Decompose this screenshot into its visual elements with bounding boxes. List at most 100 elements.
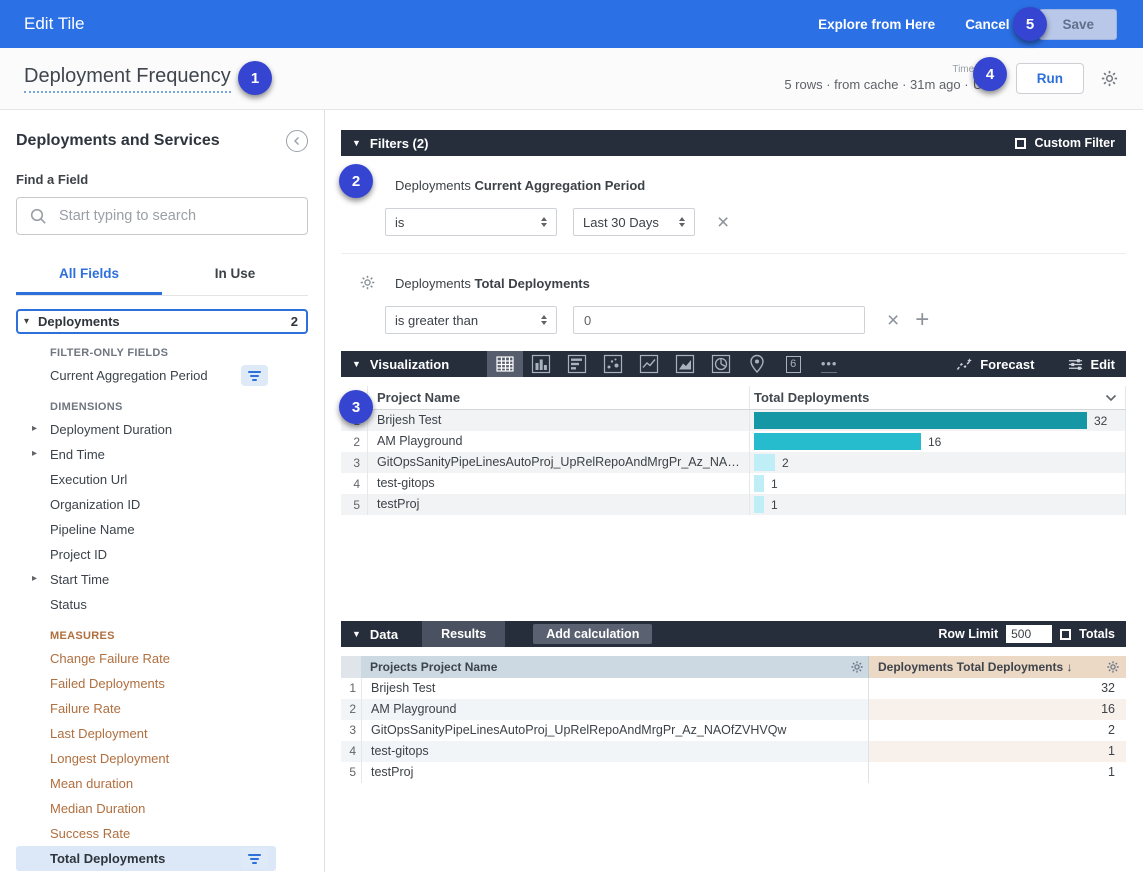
field-median-duration[interactable]: Median Duration <box>16 796 276 821</box>
remove-filter-icon[interactable]: × <box>887 310 899 331</box>
data-row[interactable]: 2 AM Playground 16 <box>341 699 1126 720</box>
field-status[interactable]: Status <box>16 592 276 617</box>
column-gear-icon[interactable] <box>850 660 864 674</box>
annotation-badge-4: 4 <box>973 57 1007 91</box>
field-label: Change Failure Rate <box>50 651 170 666</box>
filter-icon[interactable] <box>241 848 268 869</box>
filter-gear-icon[interactable] <box>359 274 376 291</box>
remove-filter-icon[interactable]: × <box>717 212 729 233</box>
run-button[interactable]: Run <box>1016 63 1084 94</box>
single-value-icon[interactable]: 6 <box>775 351 811 377</box>
column-gear-icon[interactable] <box>1106 660 1120 674</box>
viz-col-total-deployments[interactable]: Total Deployments <box>749 386 1126 409</box>
filter-icon[interactable] <box>241 365 268 386</box>
field-end-time[interactable]: ▸ End Time <box>16 442 276 467</box>
forecast-button[interactable]: Forecast <box>956 357 1034 372</box>
data-row[interactable]: 4 test-gitops 1 <box>341 741 1126 762</box>
field-organization-id[interactable]: Organization ID <box>16 492 276 517</box>
totals-checkbox[interactable] <box>1060 629 1071 640</box>
tab-all-fields[interactable]: All Fields <box>16 255 162 295</box>
filter-1-value-select[interactable]: Last 30 Days <box>573 208 695 236</box>
pie-chart-icon[interactable] <box>703 351 739 377</box>
field-start-time[interactable]: ▸Start Time <box>16 567 276 592</box>
field-execution-url[interactable]: Execution Url <box>16 467 276 492</box>
collapse-sidebar-icon[interactable] <box>286 130 308 152</box>
cell-project-name: testProj <box>367 494 749 515</box>
filter-2-value-input[interactable] <box>573 306 865 334</box>
cancel-button[interactable]: Cancel <box>965 17 1009 32</box>
row-limit-input[interactable] <box>1006 625 1052 643</box>
data-row[interactable]: 3 GitOpsSanityPipeLinesAutoProj_UpRelRep… <box>341 720 1126 741</box>
field-total-deployments[interactable]: Total Deployments <box>16 846 276 871</box>
field-project-id[interactable]: Project ID <box>16 542 276 567</box>
expand-caret-icon[interactable]: ▸ <box>32 423 37 434</box>
viz-col-project-name[interactable]: Project Name <box>367 386 749 409</box>
custom-filter-checkbox[interactable] <box>1015 138 1026 149</box>
table-chart-icon[interactable] <box>487 351 523 377</box>
data-col-project-name[interactable]: Projects Project Name <box>361 656 868 678</box>
field-last-deployment[interactable]: Last Deployment <box>16 721 276 746</box>
page-title[interactable]: Deployment Frequency <box>24 65 231 93</box>
tab-in-use[interactable]: In Use <box>162 255 308 295</box>
value-bar <box>754 496 764 513</box>
data-collapse-caret-icon[interactable]: ▼ <box>352 629 361 639</box>
explore-title: Deployments and Services <box>16 132 220 150</box>
results-tab[interactable]: Results <box>422 621 505 647</box>
map-pin-icon[interactable] <box>739 351 775 377</box>
data-row[interactable]: 5 testProj 1 <box>341 762 1126 783</box>
field-failed-deployments[interactable]: Failed Deployments <box>16 671 276 696</box>
add-calculation-button[interactable]: Add calculation <box>533 624 652 644</box>
value-bar <box>754 475 764 492</box>
data-title: Data <box>370 627 398 642</box>
viz-collapse-caret-icon[interactable]: ▼ <box>352 359 361 369</box>
annotation-badge-1: 1 <box>238 61 272 95</box>
viz-row[interactable]: 4 test-gitops 1 <box>341 473 1126 494</box>
visualization-table: Project Name Total Deployments 1 Brijesh… <box>341 386 1126 515</box>
filters-collapse-caret-icon[interactable]: ▼ <box>352 138 361 148</box>
field-label: End Time <box>50 447 105 462</box>
viz-row[interactable]: 3 GitOpsSanityPipeLinesAutoProj_UpRelRep… <box>341 452 1126 473</box>
filter-2-operator-select[interactable]: is greater than <box>385 306 557 334</box>
line-chart-icon[interactable] <box>631 351 667 377</box>
bar-chart-icon[interactable] <box>559 351 595 377</box>
save-button[interactable]: Save <box>1039 9 1117 40</box>
data-table-header: Projects Project Name Deployments Total … <box>341 656 1126 678</box>
field-failure-rate[interactable]: Failure Rate <box>16 696 276 721</box>
field-label: Failure Rate <box>50 701 121 716</box>
edit-viz-button[interactable]: Edit <box>1068 357 1115 372</box>
expand-caret-icon[interactable]: ▸ <box>32 448 37 459</box>
viz-row[interactable]: 5 testProj 1 <box>341 494 1126 515</box>
deployments-group-row[interactable]: ▾ Deployments 2 <box>16 309 308 334</box>
select-updown-icon <box>679 217 685 227</box>
search-input[interactable] <box>59 208 295 224</box>
custom-filter-label: Custom Filter <box>1034 136 1115 150</box>
field-success-rate[interactable]: Success Rate <box>16 821 276 846</box>
add-filter-value-icon[interactable]: + <box>915 308 929 332</box>
field-mean-duration[interactable]: Mean duration <box>16 771 276 796</box>
field-deployment-duration[interactable]: ▸Deployment Duration <box>16 417 276 442</box>
more-viz-types-icon[interactable]: ••• <box>811 351 847 377</box>
data-col-total-deployments[interactable]: Deployments Total Deployments ↓ <box>868 656 1126 678</box>
expand-caret-icon[interactable]: ▸ <box>32 573 37 584</box>
totals-label: Totals <box>1079 627 1115 641</box>
column-chart-icon[interactable] <box>523 351 559 377</box>
column-menu-chevron-icon[interactable] <box>1105 394 1117 402</box>
settings-gear-icon[interactable] <box>1100 69 1119 88</box>
area-chart-icon[interactable] <box>667 351 703 377</box>
filter-1-operator-select[interactable]: is <box>385 208 557 236</box>
select-updown-icon <box>541 217 547 227</box>
field-longest-deployment[interactable]: Longest Deployment <box>16 746 276 771</box>
field-current-aggregation-period[interactable]: Current Aggregation Period <box>16 363 276 388</box>
group-in-use-count: 2 <box>291 314 298 329</box>
field-pipeline-name[interactable]: Pipeline Name <box>16 517 276 542</box>
cell-project-name: AM Playground <box>367 431 749 452</box>
viz-row[interactable]: 1 Brijesh Test 32 <box>341 410 1126 431</box>
scatter-chart-icon[interactable] <box>595 351 631 377</box>
field-search-box[interactable] <box>16 197 308 235</box>
field-change-failure-rate[interactable]: Change Failure Rate <box>16 646 276 671</box>
explore-from-here-link[interactable]: Explore from Here <box>818 17 935 32</box>
status-text: 5 rows · from cache · 31m ago · <box>784 77 968 92</box>
viz-row[interactable]: 2 AM Playground 16 <box>341 431 1126 452</box>
data-row[interactable]: 1 Brijesh Test 32 <box>341 678 1126 699</box>
field-label: Mean duration <box>50 776 133 791</box>
